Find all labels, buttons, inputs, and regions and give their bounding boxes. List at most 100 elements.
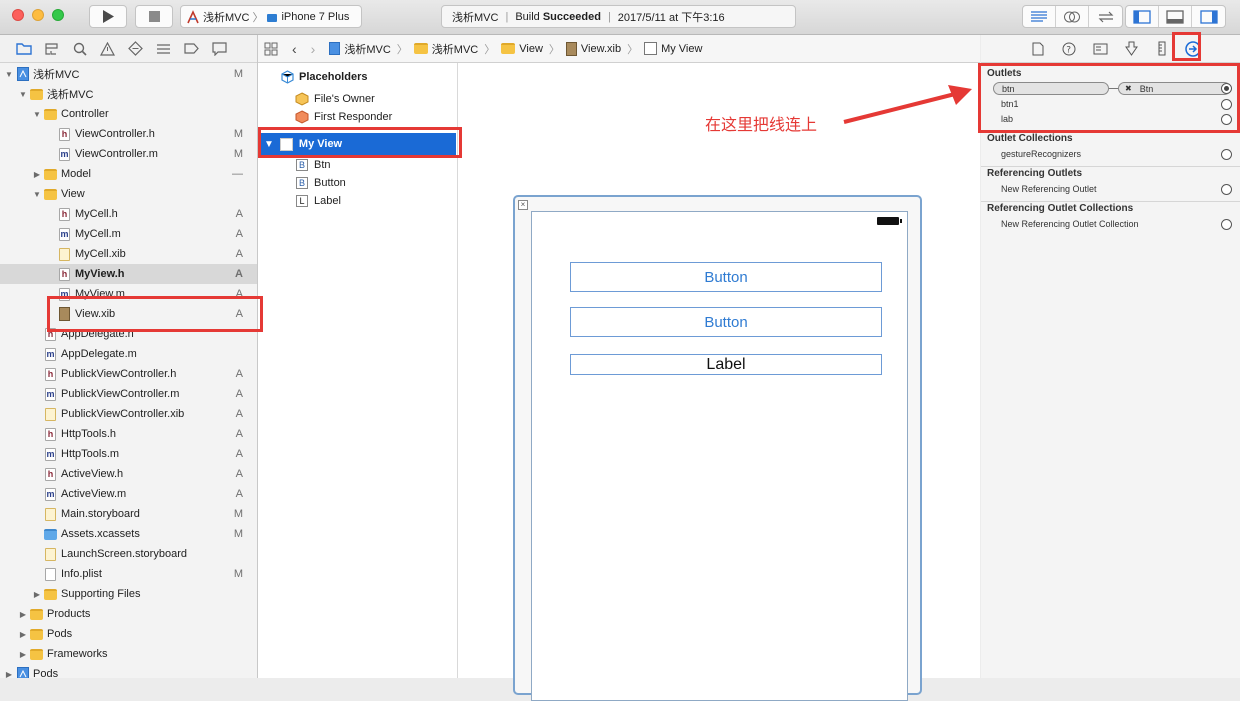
outline-placeholders[interactable]: Placeholders [280,68,480,86]
tree-item[interactable]: h MyView.h A [0,264,257,284]
interface-builder-canvas[interactable]: × Button Button Label [458,63,980,701]
tree-item[interactable]: View.xib A [0,304,257,324]
tree-item[interactable]: PublickViewController.xib A [0,404,257,424]
tree-item[interactable]: ▶ Frameworks [0,644,257,664]
tree-item[interactable]: m ViewController.m M [0,144,257,164]
outlet-connected-circle[interactable] [1221,83,1232,94]
symbol-navigator-tab[interactable] [43,40,60,57]
outlet-connection-circle[interactable] [1221,99,1232,110]
outlet-row-lab[interactable]: lab [981,112,1240,127]
crumb-project[interactable]: 浅析MVC [329,41,391,57]
breakpoint-navigator-tab[interactable] [183,40,200,57]
tree-item[interactable]: m ActiveView.m A [0,484,257,504]
attributes-inspector-tab[interactable] [1122,40,1140,58]
toggle-navigator-button[interactable] [1126,6,1159,27]
outlet-connection-circle[interactable] [1221,114,1232,125]
outlet-row-btn1[interactable]: btn1 [981,97,1240,112]
tree-item[interactable]: h AppDelegate.h [0,324,257,344]
crumb-group[interactable]: 浅析MVC [413,41,478,57]
tree-item[interactable]: h ViewController.h M [0,124,257,144]
my-view-canvas[interactable]: Button Button Label [531,211,908,701]
disclosure-triangle-icon[interactable]: ▼ [18,90,28,99]
tree-item[interactable]: ▼ 浅析MVC M [0,64,257,84]
new-referencing-collection-row[interactable]: New Referencing Outlet Collection [981,217,1240,232]
disclosure-triangle-icon[interactable]: ▼ [4,70,14,79]
outlet-connection-circle[interactable] [1221,149,1232,160]
tree-item[interactable]: m HttpTools.m A [0,444,257,464]
toggle-debug-area-button[interactable] [1159,6,1192,27]
disclosure-triangle-icon[interactable]: ▶ [4,670,14,679]
tree-item[interactable]: MyCell.xib A [0,244,257,264]
tree-item[interactable]: ▼ 浅析MVC [0,84,257,104]
canvas-label[interactable]: Label [570,354,882,375]
stop-button[interactable] [135,5,173,28]
tree-item[interactable]: m MyCell.m A [0,224,257,244]
tree-item[interactable]: h HttpTools.h A [0,424,257,444]
toggle-utilities-button[interactable] [1192,6,1225,27]
crumb-view-folder[interactable]: View [501,43,543,55]
assistant-editor-button[interactable] [1056,6,1089,27]
canvas-button[interactable]: Button [570,307,882,337]
size-inspector-tab[interactable] [1153,40,1171,58]
standard-editor-button[interactable] [1023,6,1056,27]
outline-my-view[interactable]: ▼ My View [260,133,456,155]
disconnect-x-icon[interactable]: ✖ [1125,84,1132,93]
disclosure-triangle-icon[interactable]: ▶ [18,630,28,639]
tree-item[interactable]: m AppDelegate.m [0,344,257,364]
tree-item[interactable]: ▶ Pods [0,664,257,678]
outlet-collection-row[interactable]: gestureRecognizers [981,147,1240,162]
minimize-window-button[interactable] [32,9,44,21]
tree-item[interactable]: LaunchScreen.storyboard [0,544,257,564]
file-inspector-tab[interactable] [1029,40,1047,58]
project-navigator-tab[interactable] [15,40,32,57]
outlet-connection-circle[interactable] [1221,184,1232,195]
new-referencing-outlet-row[interactable]: New Referencing Outlet [981,182,1240,197]
zoom-window-button[interactable] [52,9,64,21]
find-navigator-tab[interactable] [71,40,88,57]
outlet-connection-circle[interactable] [1221,219,1232,230]
identity-inspector-tab[interactable] [1091,40,1109,58]
close-window-button[interactable] [12,9,24,21]
tree-item[interactable]: h MyCell.h A [0,204,257,224]
test-navigator-tab[interactable] [127,40,144,57]
back-arrow-icon[interactable]: ‹ [292,41,297,57]
tree-item[interactable]: ▼ Controller [0,104,257,124]
outlet-row-btn[interactable]: btn ✖ Btn [981,82,1240,97]
tree-item[interactable]: ▶ Products [0,604,257,624]
run-button[interactable] [89,5,127,28]
tree-item[interactable]: ▶ Supporting Files [0,584,257,604]
disclosure-triangle-icon[interactable]: ▼ [32,190,42,199]
tree-item[interactable]: Main.storyboard M [0,504,257,524]
tree-item[interactable]: m PublickViewController.m A [0,384,257,404]
document-outline: Placeholders File's Owner First Responde… [258,63,458,678]
crumb-my-view[interactable]: My View [644,42,702,55]
connections-inspector-tab[interactable] [1184,40,1202,58]
debug-navigator-tab[interactable] [155,40,172,57]
related-items-icon[interactable] [264,42,278,56]
tree-item[interactable]: m MyView.m A [0,284,257,304]
disclosure-triangle-icon[interactable]: ▶ [18,650,28,659]
disclosure-triangle-icon[interactable]: ▶ [32,590,42,599]
tree-item[interactable]: ▶ Model — [0,164,257,184]
view-frame[interactable]: × Button Button Label [513,195,922,701]
version-editor-button[interactable] [1089,6,1122,27]
tree-item[interactable]: h ActiveView.h A [0,464,257,484]
close-scene-icon[interactable]: × [518,200,528,210]
forward-arrow-icon[interactable]: › [311,41,316,57]
outlet-btn-pill[interactable]: btn [993,82,1109,95]
tree-item[interactable]: h PublickViewController.h A [0,364,257,384]
report-navigator-tab[interactable] [211,40,228,57]
help-inspector-tab[interactable]: ? [1060,40,1078,58]
disclosure-triangle-icon[interactable]: ▶ [32,170,42,179]
tree-item[interactable]: Assets.xcassets M [0,524,257,544]
tree-item[interactable]: ▼ View [0,184,257,204]
outlet-target-pill[interactable]: ✖ Btn [1118,82,1231,95]
crumb-xib[interactable]: View.xib [565,41,621,56]
disclosure-triangle-icon[interactable]: ▼ [32,110,42,119]
disclosure-triangle-icon[interactable]: ▶ [18,610,28,619]
canvas-button-btn[interactable]: Button [570,262,882,292]
issue-navigator-tab[interactable] [99,40,116,57]
tree-item[interactable]: Info.plist M [0,564,257,584]
scheme-selector[interactable]: 浅析MVC 〉 iPhone 7 Plus [180,5,362,28]
tree-item[interactable]: ▶ Pods [0,624,257,644]
